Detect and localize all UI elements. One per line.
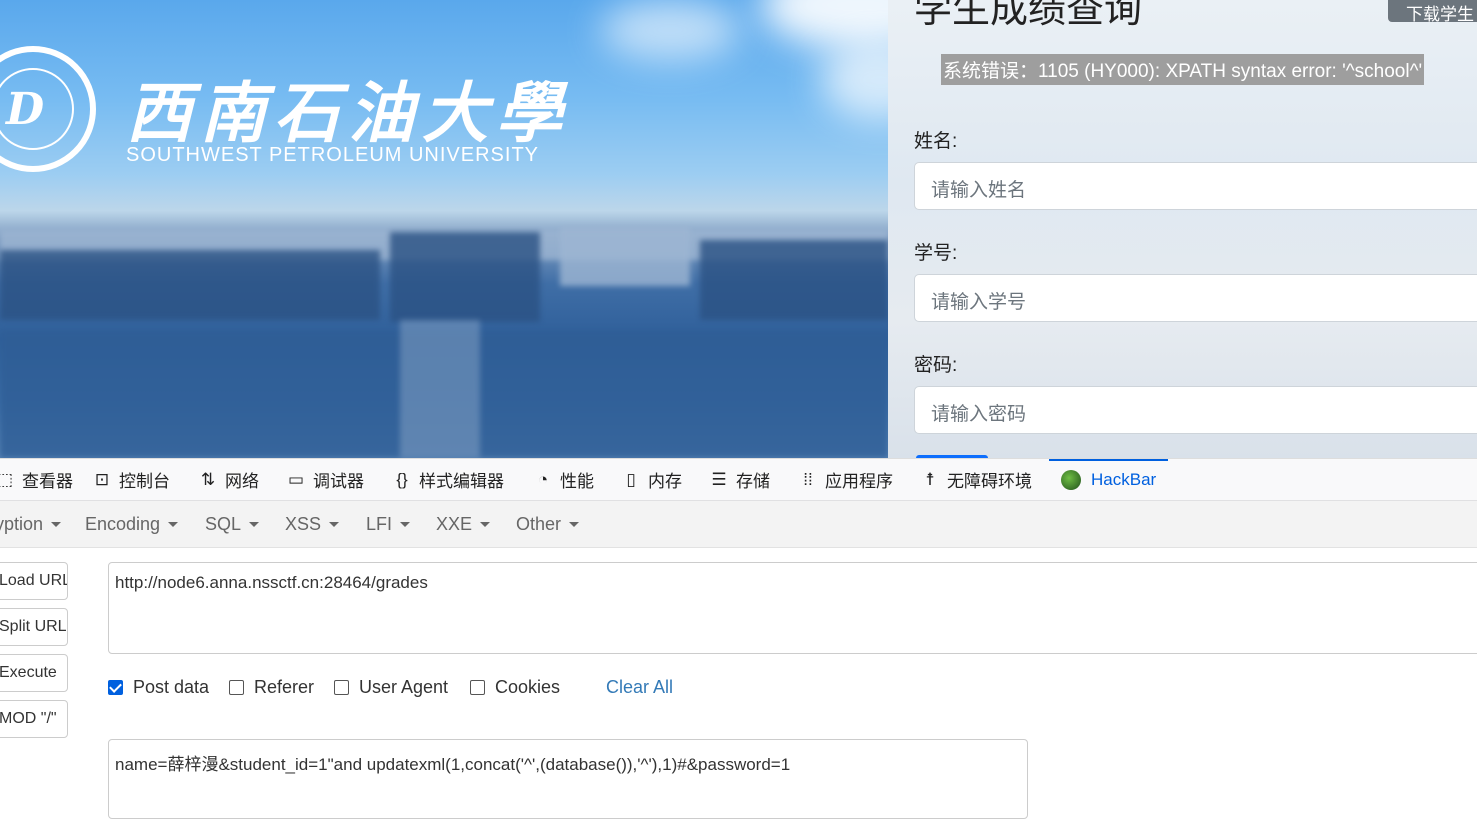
tab-inspector[interactable]: ⬚ 查看器 xyxy=(0,459,73,500)
hackbar-icon xyxy=(1061,469,1081,490)
tab-network[interactable]: ⇅ 网络 xyxy=(197,459,259,500)
tab-debugger[interactable]: ▭ 调试器 xyxy=(285,459,364,500)
page-title: 学生成绩查询 xyxy=(914,0,1143,31)
chevron-down-icon xyxy=(51,521,62,527)
student-id-label: 学号: xyxy=(914,243,958,264)
execute-button[interactable]: Execute xyxy=(0,654,68,692)
tab-storage[interactable]: ☰ 存储 xyxy=(708,459,770,500)
menu-sql[interactable]: SQL xyxy=(205,501,260,547)
name-label: 姓名: xyxy=(914,131,958,152)
split-url-button[interactable]: Split URL xyxy=(0,608,68,646)
accessibility-icon: ☨ xyxy=(925,469,935,489)
university-seal-logo: D xyxy=(0,46,96,172)
tab-style-editor[interactable]: {} 样式编辑器 xyxy=(391,459,504,500)
password-input[interactable]: 请输入密码 xyxy=(914,386,1477,434)
performance-icon: ◔ xyxy=(537,469,549,489)
hero-banner: D 西南石油大學 SOUTHWEST PETROLEUM UNIVERSITY xyxy=(0,0,888,458)
name-input[interactable]: 请输入姓名 xyxy=(914,162,1477,210)
debugger-icon: ▭ xyxy=(287,469,305,489)
network-icon: ⇅ xyxy=(200,469,216,489)
tab-application[interactable]: ⁞⁞ 应用程序 xyxy=(797,459,893,500)
password-label: 密码: xyxy=(914,355,958,376)
menu-xxe[interactable]: XXE xyxy=(436,501,491,547)
storage-icon: ☰ xyxy=(711,469,727,489)
student-id-input[interactable]: 请输入学号 xyxy=(914,274,1477,322)
university-name-en: SOUTHWEST PETROLEUM UNIVERSITY xyxy=(126,144,540,166)
chevron-down-icon xyxy=(400,521,411,527)
user-agent-checkbox[interactable] xyxy=(334,680,349,695)
tab-accessibility[interactable]: ☨ 无障碍环境 xyxy=(919,459,1032,500)
hackbar-menu-bar: Encryption Encoding SQL XSS LFI XXE Othe… xyxy=(0,501,1477,548)
tab-performance[interactable]: ◔ 性能 xyxy=(532,459,594,500)
load-url-button[interactable]: Load URL xyxy=(0,562,68,600)
console-icon: ⊡ xyxy=(94,469,110,489)
tab-console[interactable]: ⊡ 控制台 xyxy=(91,459,170,500)
cookies-option[interactable]: Cookies xyxy=(470,677,560,698)
chevron-down-icon xyxy=(569,521,580,527)
post-data-option[interactable]: Post data xyxy=(108,677,209,698)
clear-all-link[interactable]: Clear All xyxy=(606,677,673,698)
inspector-icon: ⬚ xyxy=(0,469,14,489)
devtools-panel: ⬚ 查看器 ⊡ 控制台 ⇅ 网络 ▭ 调试器 {} 样式编辑器 ◔ 性能 ▯ 内… xyxy=(0,458,1477,819)
svg-text:D: D xyxy=(4,84,44,135)
download-button[interactable]: 下载学生 xyxy=(1388,0,1477,24)
referer-checkbox[interactable] xyxy=(229,680,244,695)
post-data-input[interactable]: name=薛梓漫&student_id=1"and updatexml(1,co… xyxy=(108,739,1028,819)
style-editor-icon: {} xyxy=(396,469,408,489)
webpage: D 西南石油大學 SOUTHWEST PETROLEUM UNIVERSITY … xyxy=(0,0,1477,458)
university-name-cn: 西南石油大學 xyxy=(126,74,570,152)
chevron-down-icon xyxy=(249,521,260,527)
grade-query-form: 学生成绩查询 下载学生 系统错误：1105 (HY000): XPATH syn… xyxy=(888,0,1477,458)
devtools-tab-bar: ⬚ 查看器 ⊡ 控制台 ⇅ 网络 ▭ 调试器 {} 样式编辑器 ◔ 性能 ▯ 内… xyxy=(0,459,1477,501)
cookies-checkbox[interactable] xyxy=(470,680,485,695)
menu-other[interactable]: Other xyxy=(516,501,580,547)
tab-hackbar[interactable]: HackBar xyxy=(1048,459,1169,500)
chevron-down-icon xyxy=(480,521,491,527)
post-data-checkbox[interactable] xyxy=(108,680,123,695)
mod-button[interactable]: MOD "/" xyxy=(0,700,68,738)
menu-xss[interactable]: XSS xyxy=(285,501,340,547)
referer-option[interactable]: Referer xyxy=(229,677,314,698)
error-message: 系统错误：1105 (HY000): XPATH syntax error: '… xyxy=(941,54,1425,85)
menu-encryption[interactable]: Encryption xyxy=(0,501,62,547)
menu-encoding[interactable]: Encoding xyxy=(85,501,179,547)
chevron-down-icon xyxy=(329,521,340,527)
chevron-down-icon xyxy=(168,521,179,527)
url-input[interactable]: http://node6.anna.nssctf.cn:28464/grades xyxy=(108,562,1477,654)
user-agent-option[interactable]: User Agent xyxy=(334,677,448,698)
memory-icon: ▯ xyxy=(626,469,636,489)
menu-lfi[interactable]: LFI xyxy=(366,501,411,547)
application-icon: ⁞⁞ xyxy=(803,469,813,489)
tab-memory[interactable]: ▯ 内存 xyxy=(620,459,682,500)
